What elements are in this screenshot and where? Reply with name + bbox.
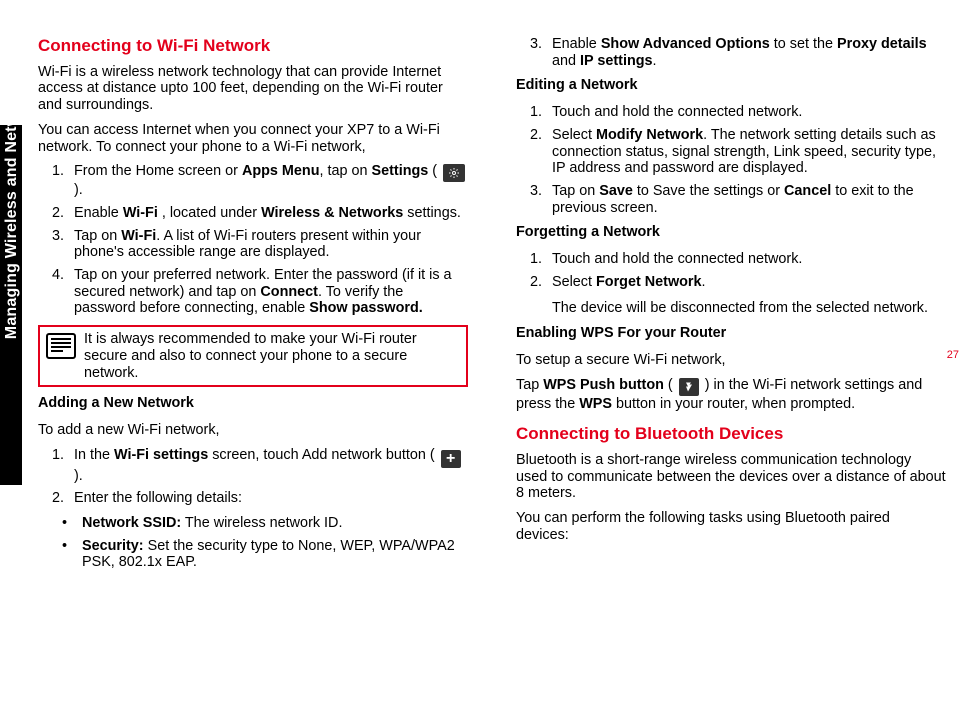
wps-icon [679, 378, 699, 396]
wps-instruction: Tap WPS Push button ( ) in the Wi-Fi net… [516, 377, 946, 413]
list-item: Enable Show Advanced Options to set the … [546, 36, 946, 69]
list-item: From the Home screen or Apps Menu, tap o… [68, 163, 468, 199]
text: screen, touch Add network button ( [208, 447, 438, 463]
text-bold: Network SSID: [82, 515, 181, 531]
text: button in your router, when prompted. [612, 396, 855, 412]
text-bold: Save [599, 183, 633, 199]
heading-editing-network: Editing a Network [516, 77, 946, 94]
page-content: Connecting to Wi-Fi Network Wi-Fi is a w… [38, 36, 946, 579]
list-item: Tap on Save to Save the settings or Canc… [546, 183, 946, 216]
add-network-intro: To add a new Wi-Fi network, [38, 422, 468, 439]
text: ( [664, 377, 677, 393]
text: to set the [770, 36, 837, 52]
text: , tap on [320, 163, 372, 179]
text: , located under [162, 205, 261, 221]
text: The wireless network ID. [181, 515, 342, 531]
text-bold: Proxy details [837, 36, 927, 52]
text-bold: Wi-Fi [123, 205, 162, 221]
list-item: Select Forget Network. The device will b… [546, 274, 946, 317]
text: to Save the settings or [633, 183, 784, 199]
text-bold: WPS Push button [543, 377, 664, 393]
list-item: Enable Wi-Fi , located under Wireless & … [68, 205, 468, 222]
text: Select [552, 274, 596, 290]
text-bold: Security: [82, 538, 144, 554]
text: settings. [403, 205, 461, 221]
text: Tap on [74, 228, 121, 244]
list-item: Touch and hold the connected network. [546, 251, 946, 268]
column-right: Enable Show Advanced Options to set the … [516, 36, 946, 579]
forget-result: The device will be disconnected from the… [552, 300, 946, 317]
text-bold: Forget Network [596, 274, 702, 290]
text: Select [552, 127, 596, 143]
network-details-list: Network SSID: The wireless network ID. S… [38, 515, 468, 571]
list-item: Touch and hold the connected network. [546, 104, 946, 121]
advanced-options-step: Enable Show Advanced Options to set the … [516, 36, 946, 69]
text: . [702, 274, 706, 290]
list-item: Security: Set the security type to None,… [68, 538, 468, 571]
list-item: Tap on your preferred network. Enter the… [68, 267, 468, 317]
text-bold: WPS [579, 396, 612, 412]
settings-icon [443, 164, 465, 182]
note-box: It is always recommended to make your Wi… [38, 325, 468, 387]
text-bold: Show password. [309, 300, 423, 316]
text: ( [428, 163, 441, 179]
list-item: Network SSID: The wireless network ID. [68, 515, 468, 532]
list-item: Tap on Wi-Fi. A list of Wi-Fi routers pr… [68, 228, 468, 261]
add-network-steps: In the Wi-Fi settings screen, touch Add … [38, 447, 468, 507]
text-bold: Show Advanced Options [601, 36, 770, 52]
heading-adding-network: Adding a New Network [38, 395, 468, 412]
text: In the [74, 447, 114, 463]
text: Tap on [552, 183, 599, 199]
text-bold: Wi-Fi [121, 228, 156, 244]
bluetooth-intro-1: Bluetooth is a short-range wireless comm… [516, 452, 946, 502]
text: Tap [516, 377, 543, 393]
text: From the Home screen or [74, 163, 242, 179]
text-bold: Modify Network [596, 127, 703, 143]
text-bold: Wi-Fi settings [114, 447, 208, 463]
note-text: It is always recommended to make your Wi… [84, 331, 460, 381]
text-bold: Cancel [784, 183, 831, 199]
wifi-intro-2: You can access Internet when you connect… [38, 122, 468, 155]
text-bold: Settings [372, 163, 429, 179]
note-icon [46, 333, 76, 364]
heading-wps: Enabling WPS For your Router [516, 325, 946, 342]
edit-network-steps: Touch and hold the connected network. Se… [516, 104, 946, 216]
text: Enable [74, 205, 123, 221]
text-bold: IP settings [580, 53, 653, 69]
heading-bluetooth: Connecting to Bluetooth Devices [516, 424, 946, 444]
wps-intro: To setup a secure Wi-Fi network, [516, 352, 946, 369]
plus-icon: + [441, 450, 461, 468]
heading-connecting-wifi: Connecting to Wi-Fi Network [38, 36, 468, 56]
text: ). [74, 468, 83, 484]
wifi-intro-1: Wi-Fi is a wireless network technology t… [38, 64, 468, 114]
section-tab-label: Managing Wireless and Network Settings [3, 9, 21, 349]
list-item: Select Modify Network. The network setti… [546, 127, 946, 177]
page-number: 27 [947, 349, 959, 361]
list-item: In the Wi-Fi settings screen, touch Add … [68, 447, 468, 485]
heading-forgetting-network: Forgetting a Network [516, 224, 946, 241]
wifi-connect-steps: From the Home screen or Apps Menu, tap o… [38, 163, 468, 317]
text-bold: Wireless & Networks [261, 205, 403, 221]
text-bold: Connect [260, 284, 318, 300]
text: . [653, 53, 657, 69]
forget-network-steps: Touch and hold the connected network. Se… [516, 251, 946, 317]
text-bold: Apps Menu [242, 163, 320, 179]
list-item: Enter the following details: [68, 490, 468, 507]
bluetooth-intro-2: You can perform the following tasks usin… [516, 510, 946, 543]
text: and [552, 53, 580, 69]
text: ). [74, 182, 83, 198]
column-left: Connecting to Wi-Fi Network Wi-Fi is a w… [38, 36, 468, 579]
text: Enable [552, 36, 601, 52]
